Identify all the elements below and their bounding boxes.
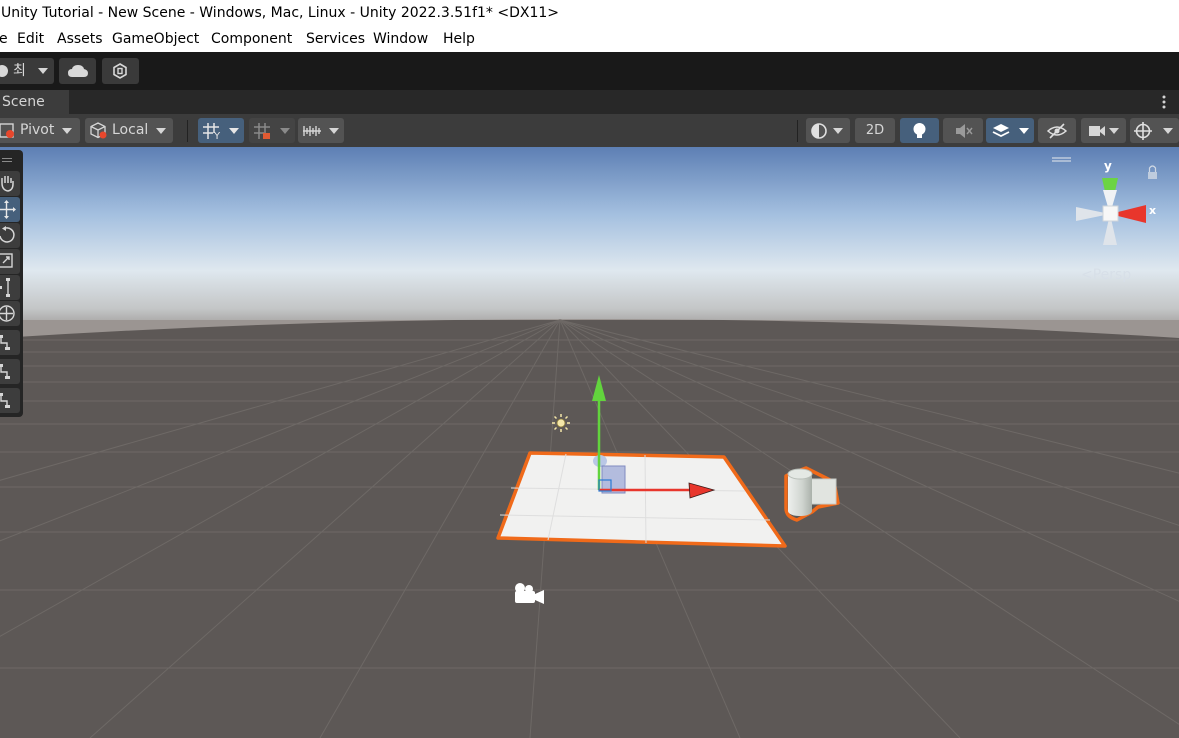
menu-window[interactable]: Window bbox=[373, 26, 428, 52]
gizmos-icon bbox=[1134, 122, 1152, 140]
custom-tool-icon bbox=[0, 335, 10, 350]
draw-mode-dropdown[interactable] bbox=[806, 118, 850, 143]
menu-component[interactable]: Component bbox=[211, 26, 292, 52]
custom-tool-button-3[interactable] bbox=[0, 388, 20, 413]
unity-version-control-button[interactable] bbox=[102, 58, 139, 84]
account-dropdown[interactable]: 최 bbox=[0, 58, 54, 84]
video-camera-icon bbox=[1089, 126, 1105, 136]
scene-canvas bbox=[0, 147, 1179, 738]
chevron-down-icon bbox=[62, 128, 72, 134]
menu-assets[interactable]: Assets bbox=[57, 26, 103, 52]
local-label: Local bbox=[112, 122, 149, 138]
chevron-down-icon bbox=[1019, 128, 1029, 134]
custom-tool-button-2[interactable] bbox=[0, 359, 20, 384]
cloud-icon bbox=[68, 65, 88, 77]
increment-snapping-dropdown[interactable] bbox=[298, 118, 344, 143]
toolbar-separator bbox=[797, 120, 798, 142]
pivot-label: Pivot bbox=[20, 122, 55, 138]
account-icon bbox=[0, 65, 8, 77]
pivot-dropdown[interactable]: Pivot bbox=[0, 118, 80, 143]
chevron-down-icon bbox=[280, 128, 290, 134]
audio-toggle[interactable] bbox=[943, 118, 983, 143]
svg-text:Y: Y bbox=[213, 131, 221, 140]
chevron-down-icon bbox=[1163, 128, 1173, 134]
tab-scene[interactable]: Scene bbox=[0, 90, 69, 115]
menu-services[interactable]: Services bbox=[306, 26, 365, 52]
scene-viewport[interactable]: y x <Persp bbox=[0, 147, 1179, 738]
chevron-down-icon bbox=[156, 128, 166, 134]
grid-snap-icon bbox=[254, 123, 270, 139]
rect-transform-icon bbox=[0, 278, 10, 297]
grid-icon: Y bbox=[203, 123, 221, 140]
custom-tool-button-1[interactable] bbox=[0, 330, 20, 355]
gizmo-x-label: x bbox=[1149, 204, 1157, 217]
camera-settings-dropdown[interactable] bbox=[1081, 118, 1126, 143]
tab-bar bbox=[0, 90, 1179, 114]
transform-tool-button[interactable] bbox=[0, 301, 20, 326]
chevron-down-icon bbox=[38, 68, 48, 74]
sky bbox=[0, 147, 1179, 337]
window-title: Unity Tutorial - New Scene - Windows, Ma… bbox=[1, 5, 560, 21]
chevron-down-icon bbox=[329, 128, 339, 134]
effects-layers-icon bbox=[992, 124, 1010, 138]
window-title-bar: Unity Tutorial - New Scene - Windows, Ma… bbox=[0, 0, 1179, 26]
menu-file[interactable]: e bbox=[0, 26, 8, 52]
rotate-icon bbox=[0, 226, 15, 243]
menu-gameobject[interactable]: GameObject bbox=[112, 26, 199, 52]
chevron-down-icon bbox=[1109, 128, 1119, 134]
grid-visibility-toggle[interactable]: Y bbox=[198, 118, 244, 143]
eye-slash-icon bbox=[1047, 123, 1067, 139]
rect-tool-button[interactable] bbox=[0, 275, 20, 300]
main-toolbar bbox=[0, 52, 1179, 90]
gizmo-y-label: y bbox=[1104, 159, 1112, 173]
shading-sphere-icon bbox=[811, 123, 827, 139]
custom-tool-icon bbox=[0, 393, 10, 408]
grid-snapping-toggle[interactable] bbox=[249, 118, 295, 143]
custom-tool-icon bbox=[0, 364, 10, 379]
scale-tool-button[interactable] bbox=[0, 249, 20, 274]
toolbar-separator bbox=[187, 120, 188, 142]
more-options-icon[interactable] bbox=[1160, 95, 1168, 109]
cloud-button[interactable] bbox=[59, 58, 96, 84]
local-dropdown[interactable]: Local bbox=[85, 118, 173, 143]
hand-icon bbox=[1, 176, 14, 192]
scale-icon bbox=[0, 253, 13, 268]
move-arrows-icon bbox=[0, 200, 16, 219]
2d-toggle-button[interactable]: 2D bbox=[855, 118, 895, 143]
projection-label[interactable]: <Persp bbox=[1081, 267, 1131, 283]
chevron-down-icon bbox=[833, 128, 843, 134]
hand-tool-button[interactable] bbox=[0, 171, 20, 196]
scene-visibility-toggle[interactable] bbox=[1038, 118, 1076, 143]
ruler-icon bbox=[303, 126, 321, 136]
rotate-tool-button[interactable] bbox=[0, 223, 20, 248]
move-tool-button[interactable] bbox=[0, 197, 20, 222]
effects-dropdown[interactable] bbox=[986, 118, 1034, 143]
tab-scene-label: Scene bbox=[2, 94, 45, 110]
lighting-toggle[interactable] bbox=[900, 118, 939, 143]
menu-bar: e Edit Assets GameObject Component Servi… bbox=[0, 26, 1179, 52]
audio-mute-icon bbox=[956, 124, 973, 138]
lightbulb-icon bbox=[913, 123, 926, 138]
2d-label: 2D bbox=[865, 123, 885, 138]
transform-icon bbox=[0, 305, 15, 322]
local-cube-icon bbox=[90, 122, 107, 139]
directional-light-icon[interactable] bbox=[552, 414, 570, 432]
gizmos-dropdown[interactable] bbox=[1130, 118, 1179, 143]
pivot-icon bbox=[0, 123, 14, 138]
menu-edit[interactable]: Edit bbox=[17, 26, 44, 52]
account-label: 최 bbox=[13, 63, 26, 79]
chevron-down-icon bbox=[229, 128, 239, 134]
menu-help[interactable]: Help bbox=[443, 26, 475, 52]
hexagon-icon bbox=[113, 63, 127, 79]
